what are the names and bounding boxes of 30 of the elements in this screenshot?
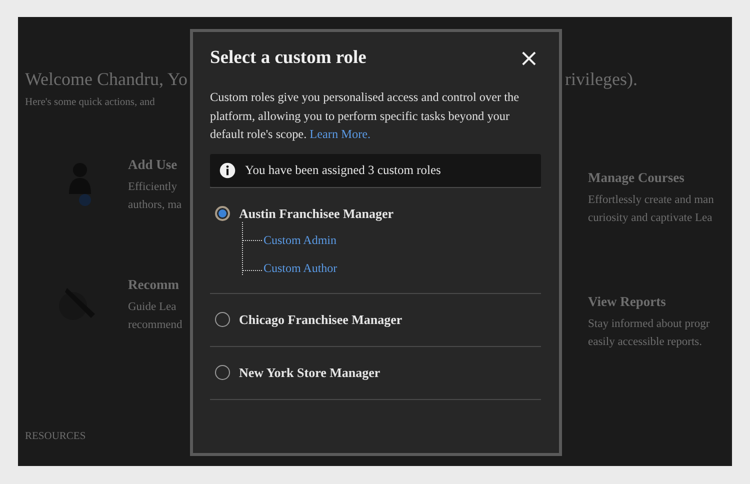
card-title: Manage Courses (588, 169, 684, 187)
radio-button[interactable] (215, 206, 230, 221)
sub-role-link[interactable]: Custom Admin (264, 233, 337, 248)
card-description: Efficiently (128, 180, 177, 195)
info-icon (219, 162, 236, 178)
card-description: curiosity and captivate Lea (588, 211, 712, 226)
role-name[interactable]: New York Store Manager (239, 364, 380, 380)
welcome-heading: Welcome Chandru, Yo (25, 69, 188, 89)
role-name[interactable]: Chicago Franchisee Manager (239, 312, 402, 328)
close-button[interactable]: × (516, 46, 541, 70)
welcome-heading: rivileges). (565, 69, 638, 89)
card-description: authors, ma (128, 198, 182, 213)
card-title: Add Use (128, 156, 178, 174)
card-title: View Reports (588, 293, 666, 311)
radio-button[interactable] (215, 312, 230, 327)
card-title: Recomm (128, 276, 179, 294)
subtitle-text: Here's some quick actions, and (25, 97, 155, 108)
card-description: Guide Lea (128, 300, 176, 315)
radio-button[interactable] (215, 365, 230, 380)
section-heading: RESOURCES (25, 431, 86, 442)
card-description: Effortlessly create and man (588, 193, 714, 208)
dialog-description: Custom roles give you personalised access and control over the platform, allowing you to perform specific tasks beyond your default role's scope. Learn More. (210, 89, 520, 143)
sub-role-link[interactable]: Custom Author (264, 260, 338, 276)
card-description: easily accessible reports. (588, 335, 702, 350)
card-description: Stay informed about progr (588, 317, 710, 332)
dialog-title: Select a custom role (210, 48, 366, 68)
learn-more-link[interactable]: Learn More. (310, 127, 371, 141)
info-text: You have been assigned 3 custom roles (245, 162, 441, 178)
card-description: recommend (128, 318, 182, 333)
role-name[interactable]: Austin Franchisee Manager (239, 206, 394, 222)
